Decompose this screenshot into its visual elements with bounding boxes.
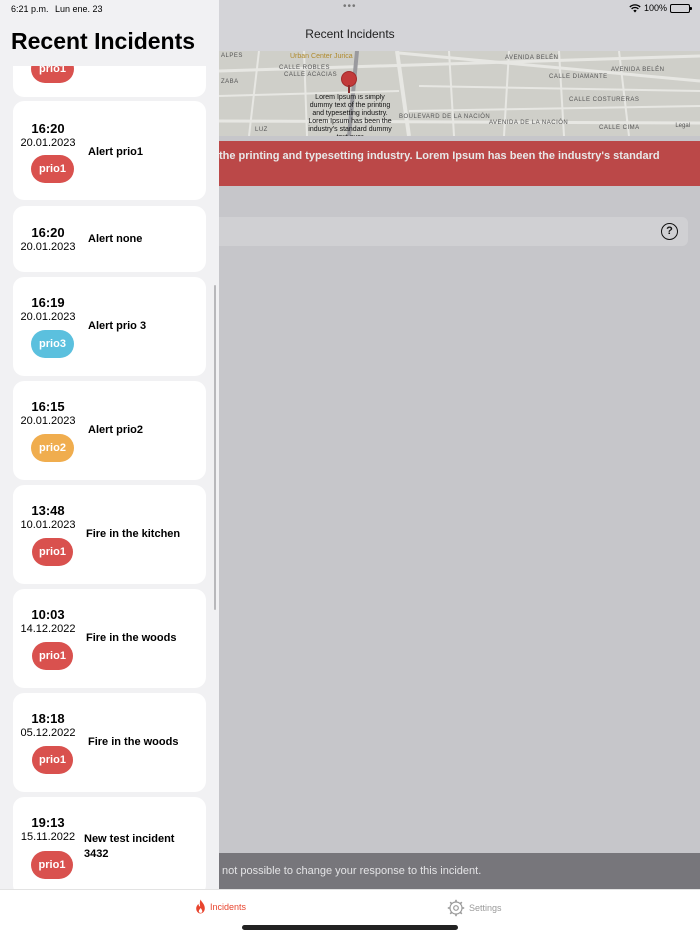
incident-time: 16:15 [31, 399, 65, 414]
incident-title: Fire in the woods [86, 632, 177, 644]
tab-bar: Incidents Settings [0, 889, 700, 934]
incident-time: 16:20 [31, 121, 65, 136]
map-street-label: CALLE COSTURERAS [569, 97, 640, 103]
flame-icon [196, 899, 205, 914]
map-pin-stick [348, 85, 350, 93]
incident-title: Alert prio2 [88, 424, 144, 436]
incident-title: Alert prio 3 [88, 320, 147, 332]
tab-incidents[interactable]: Incidents [195, 899, 246, 914]
map-street-label: ZABA [221, 79, 239, 85]
incident-detail-screen: Recent Incidents ALPES ZABA CALLE ROBLES… [219, 0, 700, 889]
incident-date: 15.11.2022 [20, 831, 76, 843]
map-street-label: AVENIDA BELÉN [505, 55, 559, 61]
incident-title: Fire in the woods [88, 736, 179, 748]
status-bar: 6:21 p.m. Lun ene. 23 ••• 100% [0, 0, 700, 18]
battery-percent: 100% [643, 3, 667, 13]
map-street-label: AVENIDA BELÉN [611, 67, 665, 73]
help-button[interactable]: ? [661, 223, 678, 240]
map-poi-label[interactable]: Urban Center Jurica [290, 53, 353, 60]
incident-time: 18:18 [31, 711, 65, 726]
tab-settings[interactable]: Settings [447, 899, 502, 917]
response-notice: not possible to change your response to … [219, 853, 700, 889]
priority-badge: prio1 [32, 746, 73, 774]
priority-badge: prio2 [31, 434, 74, 462]
incidents-drawer: prio1 16:20 20.01.2023 Alert prio1 prio1… [0, 0, 219, 889]
incident-time: 19:13 [31, 815, 65, 830]
status-right: 100% [629, 3, 692, 13]
multitasking-dots-icon[interactable]: ••• [343, 1, 357, 12]
response-row[interactable]: ? [219, 217, 688, 246]
map-street-label: CALLE ROBLES [279, 65, 331, 71]
incident-date: 20.01.2023 [20, 415, 76, 427]
priority-badge: prio1 [31, 851, 73, 879]
incident-time: 16:20 [31, 225, 65, 240]
gear-icon [447, 899, 465, 917]
incident-date: 20.01.2023 [20, 311, 76, 323]
incident-card[interactable]: 19:13 15.11.2022 New test incident 3432 … [13, 797, 206, 889]
map-street-label: AVENIDA DE LA NACIÓN [489, 120, 569, 126]
priority-badge: prio1 [31, 155, 74, 183]
status-time: 6:21 p.m. [11, 4, 49, 14]
incident-title: Fire in the kitchen [86, 528, 181, 540]
incident-title: Alert prio1 [88, 146, 144, 158]
tab-settings-label: Settings [469, 903, 502, 913]
alert-message-banner: the printing and typesetting industry. L… [219, 141, 700, 186]
incident-title: Alert none [88, 233, 143, 245]
map-street-label: CALLE ACACIAS [284, 72, 338, 78]
incident-date: 10.01.2023 [20, 519, 76, 531]
incident-card[interactable]: 18:18 05.12.2022 Fire in the woods prio1 [13, 693, 206, 792]
incident-date: 20.01.2023 [20, 241, 76, 253]
incident-card[interactable]: 16:15 20.01.2023 Alert prio2 prio2 [13, 381, 206, 480]
priority-badge: prio1 [32, 642, 73, 670]
incident-title: New test incident 3432 [84, 833, 175, 860]
wifi-icon [629, 3, 641, 12]
incident-card[interactable]: 13:48 10.01.2023 Fire in the kitchen pri… [13, 485, 206, 584]
map-street-label: ALPES [221, 53, 243, 59]
map-callout: Lorem Ipsum is simply dummy text of the … [308, 94, 392, 136]
incident-card[interactable]: 16:19 20.01.2023 Alert prio 3 prio3 [13, 277, 206, 376]
incident-card[interactable]: 16:20 20.01.2023 Alert none [13, 206, 206, 272]
battery-icon [670, 3, 692, 13]
home-indicator[interactable] [242, 925, 458, 930]
incident-map[interactable]: ALPES ZABA CALLE ROBLES CALLE ACACIAS LU… [219, 51, 700, 136]
priority-badge: prio3 [31, 330, 74, 358]
incident-date: 14.12.2022 [20, 623, 76, 635]
map-street-label: BOULEVARD DE LA NACIÓN [399, 114, 491, 120]
incident-date: 05.12.2022 [20, 727, 76, 739]
map-streets [219, 51, 700, 136]
drawer-title: Recent Incidents [11, 28, 196, 54]
map-legal-link[interactable]: Legal [675, 123, 690, 129]
drawer-scrollbar[interactable] [214, 285, 216, 610]
incident-time: 10:03 [31, 607, 65, 622]
incident-time: 13:48 [31, 503, 65, 518]
map-street-label: LUZ [255, 127, 268, 133]
map-street-label: CALLE CIMA [599, 125, 640, 131]
tab-incidents-label: Incidents [210, 901, 247, 912]
priority-badge: prio1 [32, 538, 73, 566]
incident-card[interactable]: 10:03 14.12.2022 Fire in the woods prio1 [13, 589, 206, 688]
incident-time: 16:19 [31, 295, 65, 310]
incident-card[interactable]: 16:20 20.01.2023 Alert prio1 prio1 [13, 101, 206, 200]
incident-date: 20.01.2023 [20, 137, 76, 149]
nav-title: Recent Incidents [305, 27, 395, 41]
map-street-label: CALLE DIAMANTE [549, 74, 608, 80]
status-date: Lun ene. 23 [55, 4, 103, 14]
